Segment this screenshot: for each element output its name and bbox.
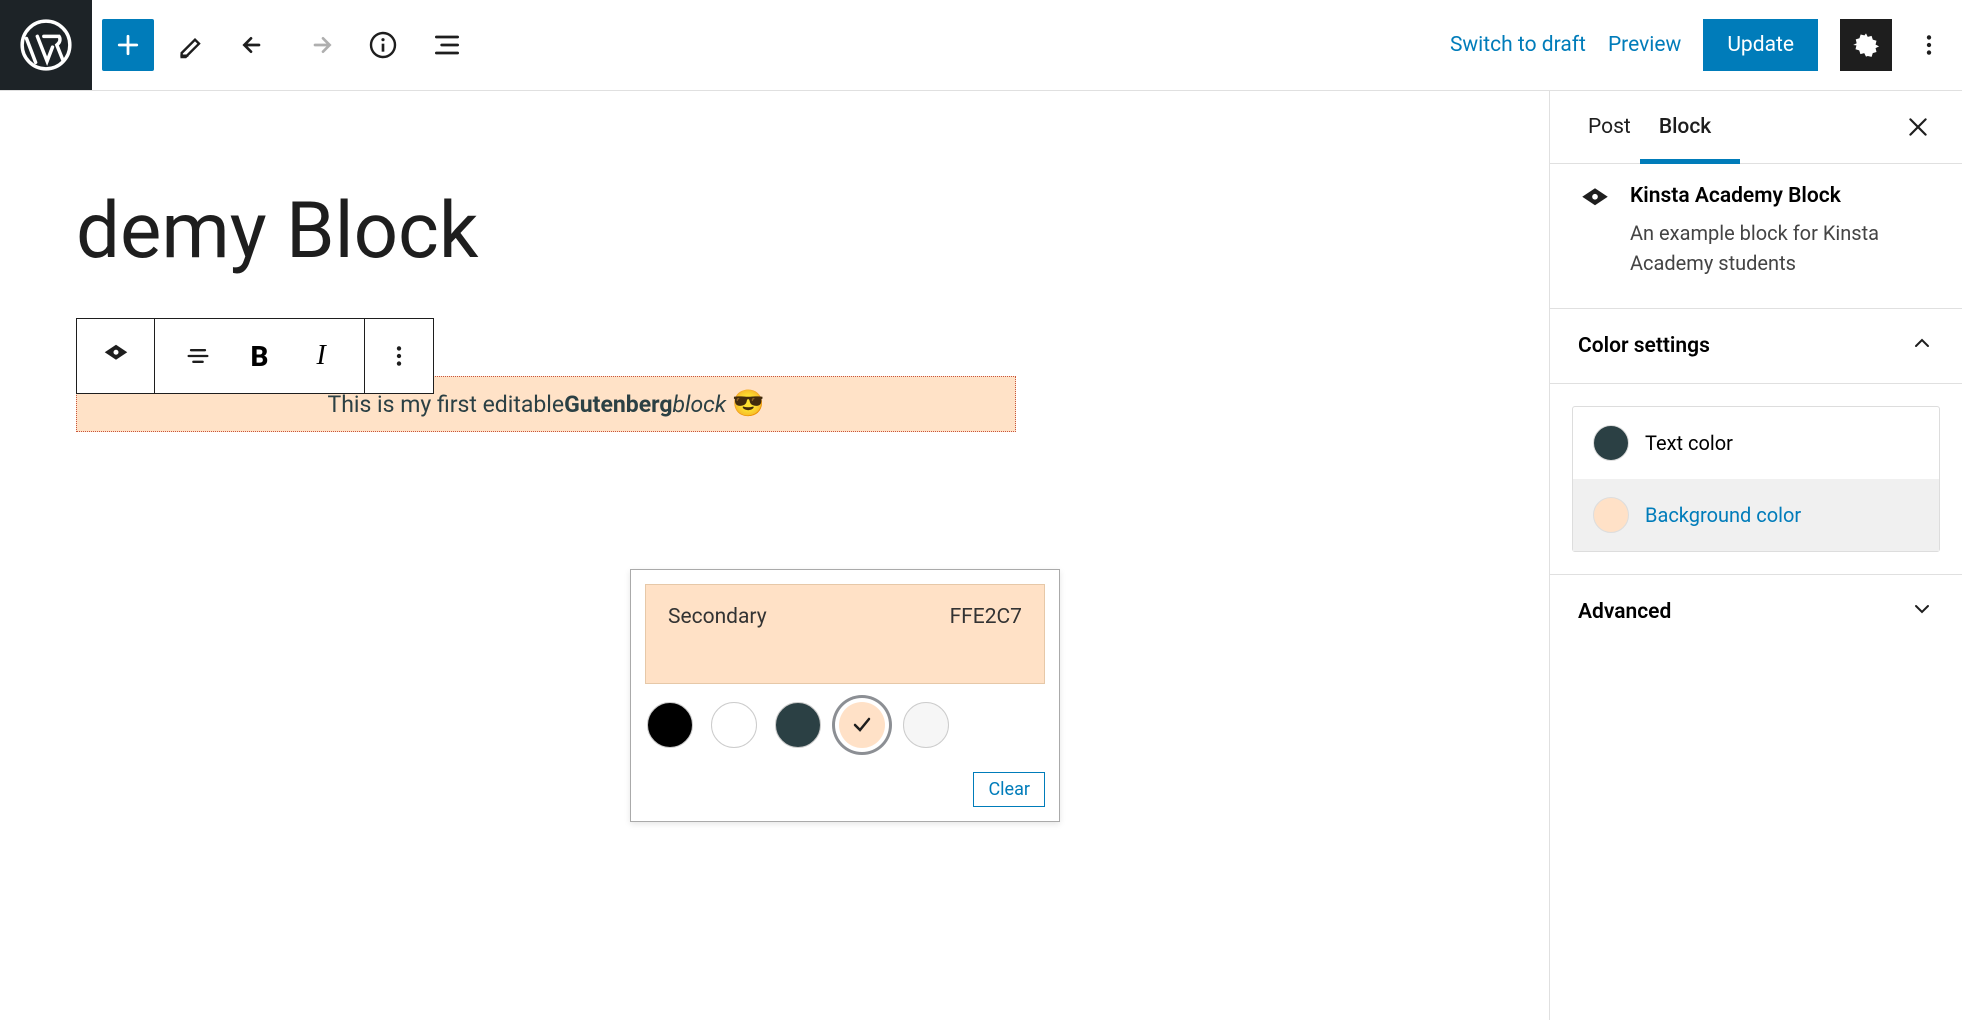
- chevron-down-icon: [1910, 597, 1934, 627]
- advanced-panel-toggle[interactable]: Advanced: [1550, 575, 1962, 649]
- swatch-white[interactable]: [711, 702, 757, 748]
- background-color-label: Background color: [1645, 503, 1801, 527]
- block-type-button[interactable]: [77, 319, 155, 393]
- color-name-label: Secondary: [668, 605, 767, 629]
- bold-button[interactable]: B: [239, 336, 279, 376]
- more-options-button[interactable]: [1914, 20, 1944, 70]
- editor-canvas: demy Block B I This is my first editable…: [0, 91, 1549, 1020]
- swatch-black[interactable]: [647, 702, 693, 748]
- text-color-label: Text color: [1645, 431, 1733, 455]
- color-picker-header: Secondary FFE2C7: [645, 584, 1045, 684]
- sunglasses-emoji-icon: 😎: [732, 389, 764, 419]
- background-color-swatch: [1593, 497, 1629, 533]
- diamond-icon: [1578, 184, 1612, 278]
- tab-post[interactable]: Post: [1574, 91, 1645, 163]
- block-text-italic: block: [672, 391, 726, 418]
- chevron-up-icon: [1910, 331, 1934, 361]
- block-description-section: Kinsta Academy Block An example block fo…: [1550, 164, 1962, 309]
- block-text-prefix: This is my first editable: [327, 391, 564, 418]
- wordpress-logo-button[interactable]: [0, 0, 92, 90]
- post-title[interactable]: demy Block: [76, 186, 478, 277]
- color-swatch-list: [645, 698, 1045, 752]
- text-color-swatch: [1593, 425, 1629, 461]
- update-button[interactable]: Update: [1703, 19, 1818, 71]
- preview-button[interactable]: Preview: [1608, 33, 1681, 57]
- settings-toggle-button[interactable]: [1840, 19, 1892, 71]
- toolbar-left: [0, 0, 474, 90]
- info-button[interactable]: [356, 18, 410, 72]
- advanced-label: Advanced: [1578, 600, 1671, 624]
- color-picker-popover: Secondary FFE2C7 Clear: [630, 569, 1060, 822]
- add-block-button[interactable]: [102, 19, 154, 71]
- redo-button: [292, 18, 346, 72]
- text-color-item[interactable]: Text color: [1573, 407, 1939, 479]
- background-color-item[interactable]: Background color: [1573, 479, 1939, 551]
- block-description: An example block for Kinsta Academy stud…: [1630, 218, 1932, 278]
- swatch-dark-teal[interactable]: [775, 702, 821, 748]
- close-sidebar-button[interactable]: [1898, 107, 1938, 147]
- settings-sidebar: Post Block Kinsta Academy Block An examp…: [1549, 91, 1962, 1020]
- block-name: Kinsta Academy Block: [1630, 184, 1932, 208]
- italic-button[interactable]: I: [301, 336, 341, 376]
- editor-top-toolbar: Switch to draft Preview Update: [0, 0, 1962, 91]
- switch-to-draft-button[interactable]: Switch to draft: [1450, 33, 1586, 57]
- clear-color-button[interactable]: Clear: [973, 772, 1045, 807]
- text-format-group: B I: [155, 319, 365, 393]
- edit-mode-button[interactable]: [164, 18, 218, 72]
- toolbar-right: Switch to draft Preview Update: [1450, 19, 1962, 71]
- post-title-partial: demy Block: [76, 186, 478, 277]
- swatch-light-grey[interactable]: [903, 702, 949, 748]
- undo-button[interactable]: [228, 18, 282, 72]
- block-text-bold: Gutenberg: [564, 391, 672, 418]
- color-settings-panel: Text color Background color: [1550, 384, 1962, 575]
- color-settings-panel-toggle[interactable]: Color settings: [1550, 309, 1962, 384]
- outline-button[interactable]: [420, 18, 474, 72]
- color-settings-label: Color settings: [1578, 334, 1710, 358]
- block-formatting-toolbar: B I: [76, 318, 434, 394]
- sidebar-tabs: Post Block: [1550, 91, 1962, 164]
- block-more-options-button[interactable]: [365, 319, 433, 393]
- tab-block[interactable]: Block: [1645, 91, 1725, 163]
- color-hex-value: FFE2C7: [950, 605, 1022, 629]
- editor-layout: demy Block B I This is my first editable…: [0, 91, 1962, 1020]
- align-button[interactable]: [178, 336, 218, 376]
- swatch-secondary[interactable]: [839, 702, 885, 748]
